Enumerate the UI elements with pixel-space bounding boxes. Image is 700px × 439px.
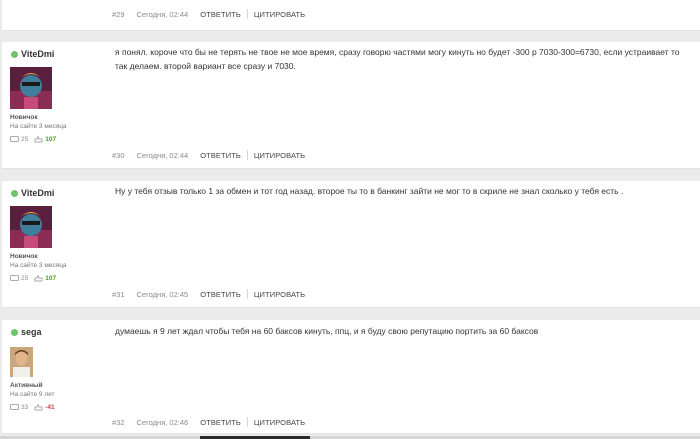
- author-name[interactable]: ViteDmi: [21, 49, 54, 59]
- post-footer: #30 Сегодня, 02:44 ОТВЕТИТЬ ЦИТИРОВАТЬ: [112, 144, 305, 166]
- post-message: думаешь я 9 лет ждал чтобы тебя на 60 ба…: [115, 326, 539, 336]
- user-rank: Активный: [10, 382, 43, 389]
- divider: [246, 417, 248, 427]
- message-count: 25: [21, 136, 29, 143]
- avatar[interactable]: [10, 206, 52, 248]
- online-dot-icon: [11, 189, 18, 197]
- avatar[interactable]: [10, 67, 52, 109]
- divider: [246, 289, 248, 299]
- reply-button[interactable]: ОТВЕТИТЬ: [200, 151, 241, 160]
- user-rank: Новичок: [10, 114, 38, 121]
- author-panel: ViteDmi Новичок На сайте 3 месяца 25 107: [10, 186, 105, 282]
- user-stats: 33 -41: [10, 403, 105, 411]
- author-panel: ViteDmi Новичок На сайте 3 месяца 25 107: [10, 47, 105, 143]
- author-name[interactable]: sega: [21, 327, 42, 337]
- reply-button[interactable]: ОТВЕТИТЬ: [200, 290, 241, 299]
- reputation-icon: [34, 403, 43, 411]
- divider: [246, 9, 248, 19]
- quote-button[interactable]: ЦИТИРОВАТЬ: [254, 10, 305, 19]
- reputation-icon: [34, 135, 43, 143]
- post-number[interactable]: #29: [112, 10, 125, 19]
- user-since: На сайте 3 месяца: [10, 123, 67, 130]
- post-message: я понял. короче что бы не терять не твое…: [115, 47, 680, 71]
- user-since: На сайте 9 лет: [10, 391, 55, 398]
- user-rank: Новичок: [10, 253, 38, 260]
- message-icon: [10, 136, 19, 143]
- reply-button[interactable]: ОТВЕТИТЬ: [200, 418, 241, 427]
- user-stats: 25 107: [10, 135, 105, 143]
- post-32: sega Активный На сайте 9 лет 33 -41 дума…: [2, 320, 700, 434]
- reputation-icon: [34, 274, 43, 282]
- post-29: #29 Сегодня, 02:44 ОТВЕТИТЬ ЦИТИРОВАТЬ: [2, 0, 700, 31]
- author-panel: sega Активный На сайте 9 лет 33 -41: [10, 325, 105, 411]
- post-date: Сегодня, 02:44: [136, 150, 189, 160]
- avatar[interactable]: [10, 347, 33, 377]
- post-number[interactable]: #31: [112, 290, 125, 299]
- user-since: На сайте 3 месяца: [10, 262, 67, 269]
- message-icon: [10, 275, 19, 282]
- message-count: 25: [21, 275, 29, 282]
- post-number[interactable]: #30: [112, 151, 125, 160]
- post-number[interactable]: #32: [112, 418, 125, 427]
- quote-button[interactable]: ЦИТИРОВАТЬ: [254, 151, 305, 160]
- post-date: Сегодня, 02:45: [136, 289, 189, 299]
- post-footer: #31 Сегодня, 02:45 ОТВЕТИТЬ ЦИТИРОВАТЬ: [112, 283, 305, 305]
- reputation-value: 107: [45, 275, 57, 282]
- online-dot-icon: [11, 328, 18, 336]
- post-31: ViteDmi Новичок На сайте 3 месяца 25 107: [2, 181, 700, 308]
- post-date: Сегодня, 02:46: [136, 417, 189, 427]
- reputation-value: 107: [45, 136, 57, 143]
- quote-button[interactable]: ЦИТИРОВАТЬ: [254, 418, 305, 427]
- author-name[interactable]: ViteDmi: [21, 188, 54, 198]
- divider: [246, 150, 248, 160]
- message-count: 33: [21, 404, 29, 411]
- post-footer: #32 Сегодня, 02:46 ОТВЕТИТЬ ЦИТИРОВАТЬ: [112, 411, 305, 433]
- message-icon: [10, 404, 19, 411]
- quote-button[interactable]: ЦИТИРОВАТЬ: [254, 290, 305, 299]
- post-message: Ну у тебя отзыв только 1 за обмен и тот …: [115, 186, 624, 196]
- reply-button[interactable]: ОТВЕТИТЬ: [200, 10, 241, 19]
- reputation-value: -41: [45, 404, 55, 411]
- post-30: ViteDmi Новичок На сайте 3 месяца 25 107: [2, 42, 700, 169]
- post-footer: #29 Сегодня, 02:44 ОТВЕТИТЬ ЦИТИРОВАТЬ: [112, 3, 305, 25]
- post-date: Сегодня, 02:44: [136, 9, 189, 19]
- online-dot-icon: [11, 50, 18, 58]
- user-stats: 25 107: [10, 274, 105, 282]
